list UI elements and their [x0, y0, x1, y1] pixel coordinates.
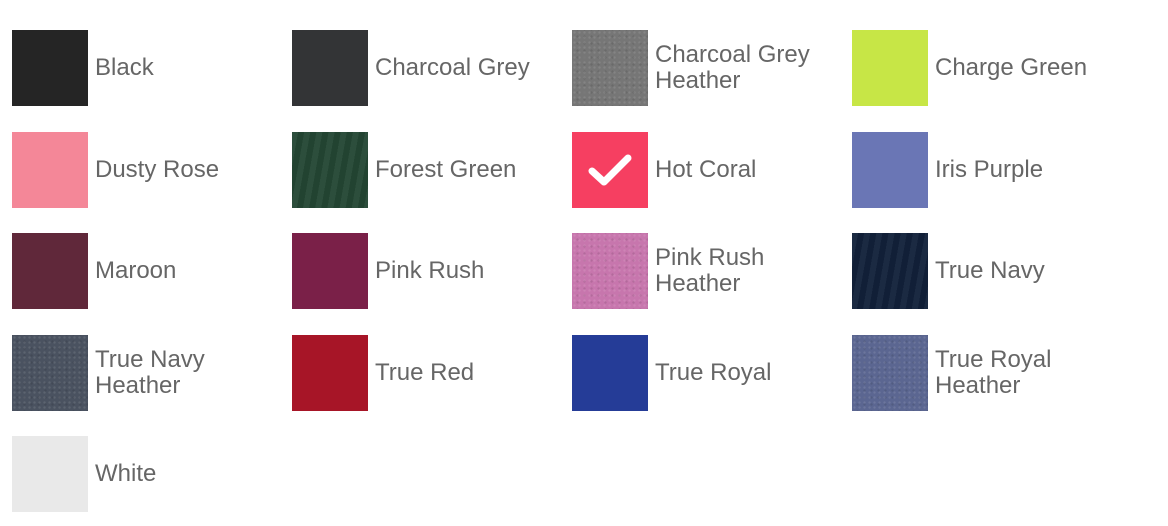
color-label: Iris Purple	[935, 155, 1044, 183]
color-option-true-red[interactable]: True Red	[292, 334, 562, 411]
color-swatch[interactable]	[12, 334, 88, 411]
color-swatch[interactable]	[12, 233, 88, 309]
color-option-forest-green[interactable]: Forest Green	[292, 131, 562, 208]
color-swatch[interactable]	[12, 131, 88, 208]
color-option-charge-green[interactable]: Charge Green	[852, 30, 1122, 106]
color-label: True Navy Heather	[95, 345, 205, 399]
color-swatch[interactable]	[572, 233, 648, 309]
color-option-true-navy-heather[interactable]: True Navy Heather	[12, 334, 282, 411]
color-label: True Royal Heather	[935, 345, 1052, 399]
color-label: Forest Green	[375, 155, 517, 183]
color-label: Maroon	[95, 257, 177, 284]
color-swatch[interactable]	[572, 131, 648, 208]
color-swatch[interactable]	[292, 334, 368, 411]
color-label: True Royal	[655, 358, 772, 386]
color-label: Charcoal Grey	[375, 54, 530, 81]
color-swatch[interactable]	[292, 233, 368, 309]
color-swatch[interactable]	[852, 30, 928, 106]
color-swatch[interactable]	[852, 334, 928, 411]
color-option-charcoal-grey[interactable]: Charcoal Grey	[292, 30, 562, 106]
color-swatch[interactable]	[852, 233, 928, 309]
color-option-pink-rush[interactable]: Pink Rush	[292, 233, 562, 309]
check-icon	[588, 154, 632, 185]
color-swatch[interactable]	[292, 30, 368, 106]
color-option-true-navy[interactable]: True Navy	[852, 233, 1122, 309]
color-label: True Red	[375, 358, 475, 386]
color-label: Dusty Rose	[95, 155, 220, 183]
color-option-black[interactable]: Black	[12, 30, 282, 106]
color-option-true-royal-heather[interactable]: True Royal Heather	[852, 334, 1122, 411]
color-option-iris-purple[interactable]: Iris Purple	[852, 131, 1122, 208]
color-option-maroon[interactable]: Maroon	[12, 233, 282, 309]
color-label: Black	[95, 54, 154, 81]
color-swatch[interactable]	[572, 30, 648, 106]
color-label: Charge Green	[935, 54, 1088, 81]
color-option-charcoal-grey-heather[interactable]: Charcoal Grey Heather	[572, 30, 842, 106]
color-option-true-royal[interactable]: True Royal	[572, 334, 842, 411]
color-option-white[interactable]: White	[12, 436, 282, 512]
color-swatch[interactable]	[12, 30, 88, 106]
color-label: Pink Rush Heather	[655, 244, 765, 297]
color-label: White	[95, 460, 157, 487]
color-swatch[interactable]	[572, 334, 648, 411]
color-swatch[interactable]	[292, 131, 368, 208]
color-option-dusty-rose[interactable]: Dusty Rose	[12, 131, 282, 208]
color-label: Pink Rush	[375, 257, 485, 284]
color-label: True Navy	[935, 257, 1045, 284]
color-label: Hot Coral	[655, 155, 757, 183]
color-swatch[interactable]	[12, 436, 88, 512]
color-option-pink-rush-heather[interactable]: Pink Rush Heather	[572, 233, 842, 309]
color-swatch[interactable]	[852, 131, 928, 208]
color-label: Charcoal Grey Heather	[655, 41, 810, 94]
color-option-hot-coral[interactable]: Hot Coral	[572, 131, 842, 208]
